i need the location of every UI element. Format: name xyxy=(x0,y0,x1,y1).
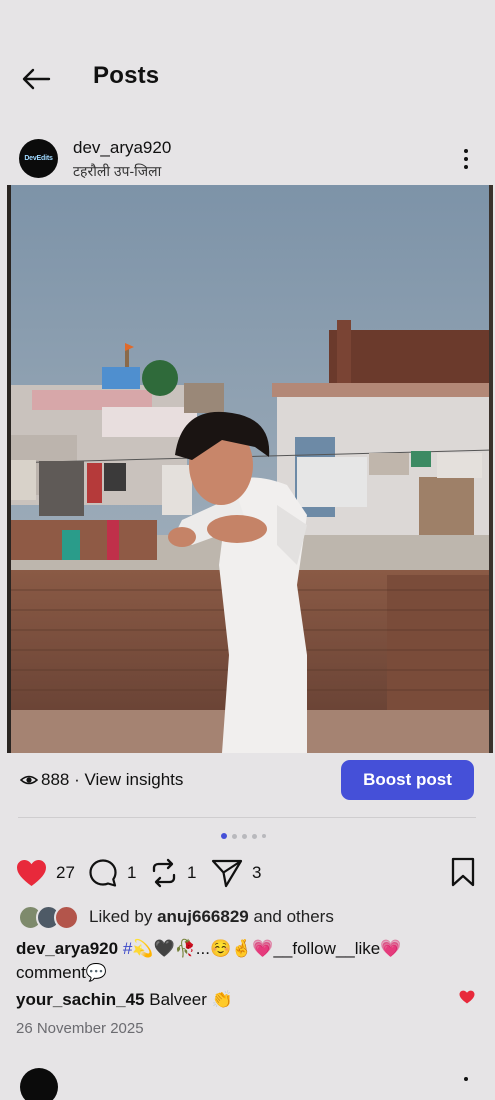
liked-by-avatars[interactable] xyxy=(18,905,80,930)
share-button[interactable]: 3 xyxy=(211,857,261,889)
carousel-dot-active xyxy=(221,833,227,839)
share-count: 3 xyxy=(252,863,262,882)
carousel-indicator xyxy=(221,833,266,839)
comment-username[interactable]: your_sachin_45 xyxy=(16,990,145,1009)
boost-post-button[interactable]: Boost post xyxy=(341,760,474,800)
comment-text: Balveer 👏 xyxy=(149,990,233,1009)
post-location[interactable]: टहरौली उप-जिला xyxy=(73,162,161,181)
comment-count: 1 xyxy=(127,863,137,882)
post-author-avatar[interactable]: DevEdits xyxy=(19,139,58,178)
next-post-more-icon[interactable] xyxy=(464,1077,468,1081)
post-date: 26 November 2025 xyxy=(16,1020,144,1037)
carousel-dot xyxy=(232,833,237,839)
comment-button[interactable]: 1 xyxy=(88,857,136,889)
page-title: Posts xyxy=(93,62,160,89)
repost-icon xyxy=(152,858,176,888)
back-button[interactable] xyxy=(18,62,54,96)
liked-by-user[interactable]: anuj666829 xyxy=(157,907,249,926)
post-author-username[interactable]: dev_arya920 xyxy=(73,138,171,158)
repost-button[interactable]: 1 xyxy=(150,857,196,889)
bookmark-icon[interactable] xyxy=(449,857,477,887)
more-vertical-icon xyxy=(464,149,468,153)
repost-count: 1 xyxy=(187,863,197,882)
caption-hashtag[interactable]: # xyxy=(123,939,132,958)
liked-by-prefix: Liked by xyxy=(89,907,153,926)
carousel-dot xyxy=(262,834,266,838)
divider xyxy=(18,817,476,818)
liked-by-text[interactable]: Liked by anuj666829 and others xyxy=(89,907,334,927)
carousel-dot xyxy=(252,833,257,839)
carousel-dot xyxy=(242,833,247,839)
caption-username[interactable]: dev_arya920 xyxy=(16,939,118,958)
like-count: 27 xyxy=(56,863,75,882)
comment-icon xyxy=(89,859,117,887)
eye-icon xyxy=(20,775,38,785)
top-comment[interactable]: your_sachin_45 Balveer 👏 xyxy=(16,990,233,1010)
comment-like-heart-icon[interactable] xyxy=(459,990,475,1004)
more-options-button[interactable] xyxy=(454,145,478,173)
next-post-avatar[interactable] xyxy=(20,1068,58,1100)
like-button[interactable]: 27 xyxy=(16,857,75,889)
post-image[interactable] xyxy=(7,185,493,753)
liked-by-suffix: and others xyxy=(253,907,334,926)
avatar xyxy=(54,905,79,930)
heart-filled-icon xyxy=(17,860,46,886)
arrow-left-icon xyxy=(22,68,51,90)
view-insights-link[interactable]: 888 · View insights xyxy=(41,770,183,790)
send-icon xyxy=(211,859,243,888)
post-caption: dev_arya920 #💫🖤🥀...☺️🤞💗__follow__like💗 c… xyxy=(16,937,476,985)
avatar-logo-text: DevEdits xyxy=(24,155,53,162)
